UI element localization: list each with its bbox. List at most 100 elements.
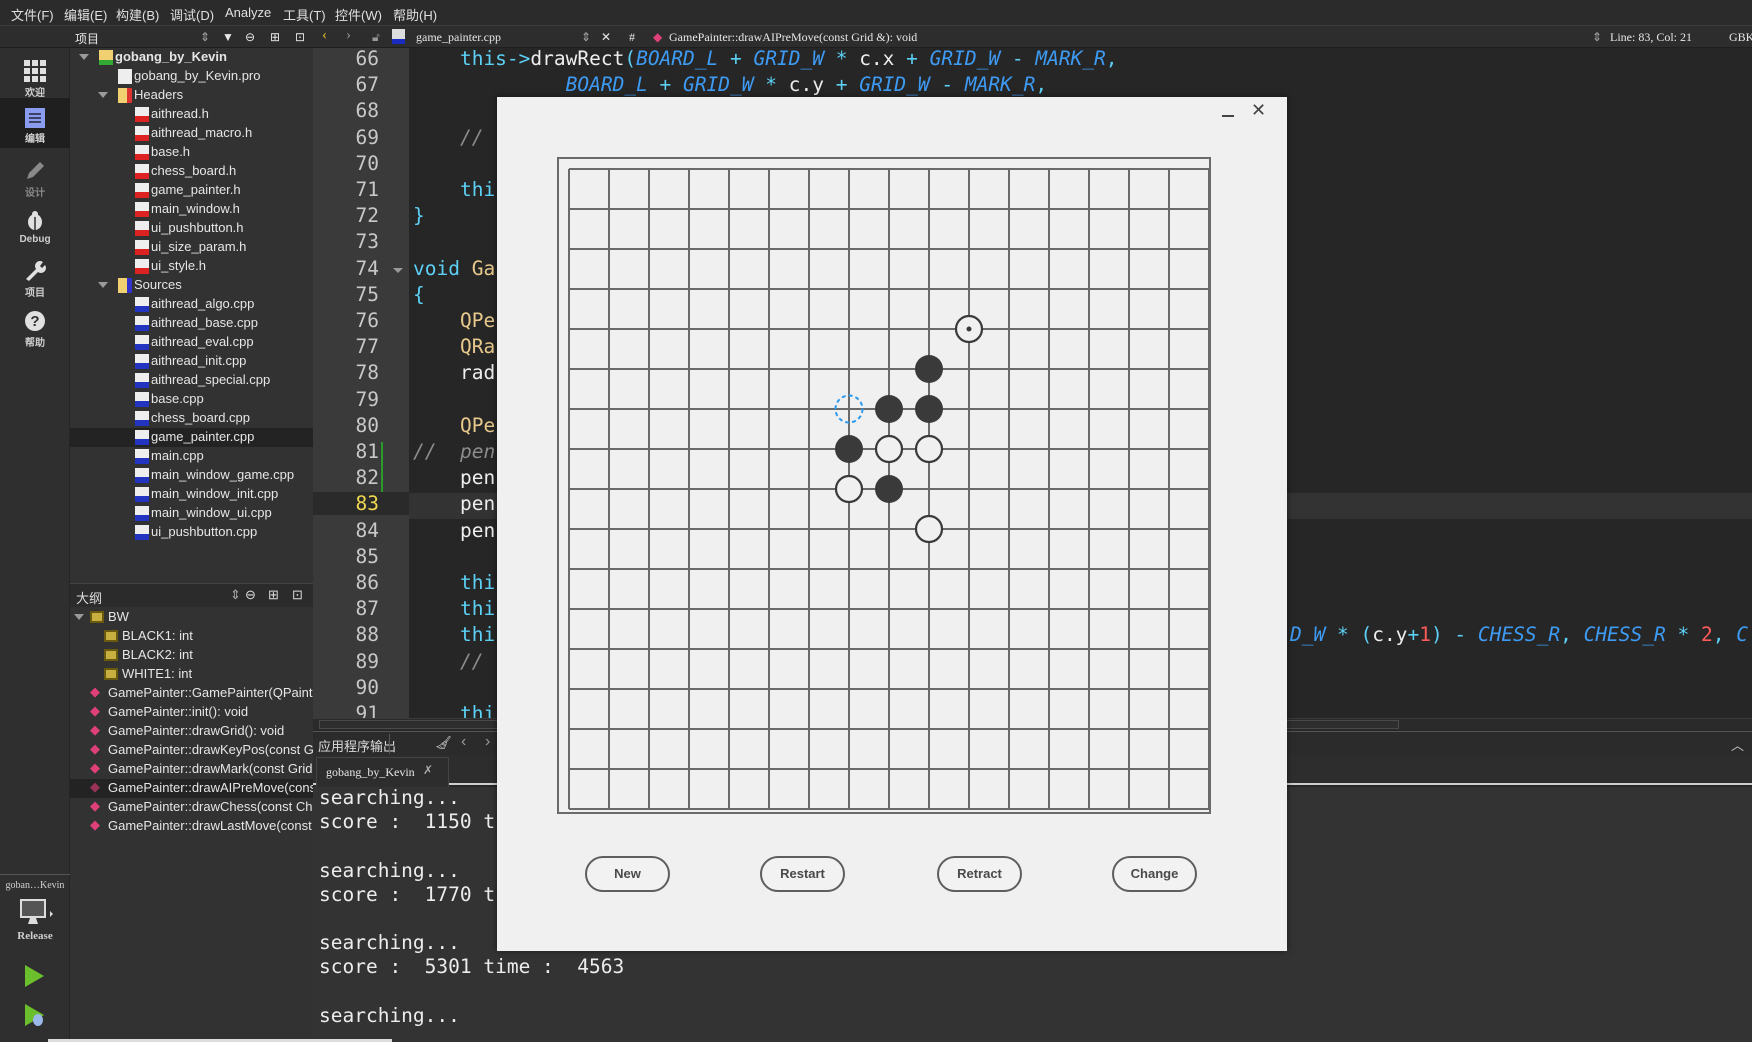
tree-item[interactable]: game_painter.h — [70, 181, 313, 200]
clear-output-icon[interactable]: 🧹︎ — [435, 735, 452, 751]
next-icon[interactable]: › — [485, 733, 490, 751]
outline-item[interactable]: ◆ GamePainter::drawAIPreMove(cons — [70, 779, 313, 798]
updown-icon[interactable]: ⇕ — [200, 30, 210, 45]
project-view-select[interactable]: 项目 — [75, 30, 99, 47]
run-icon[interactable] — [24, 964, 46, 988]
minimize-button[interactable] — [1222, 115, 1234, 117]
tree-item-label: base.cpp — [151, 391, 204, 406]
outline-item[interactable]: BLACK1: int — [70, 627, 313, 646]
tree-item[interactable]: game_painter.cpp — [70, 428, 313, 447]
menu-controls[interactable]: 控件(W) — [335, 5, 382, 24]
maximize-pane-icon[interactable]: ︿ — [1731, 735, 1744, 754]
outline-item[interactable]: BLACK2: int — [70, 646, 313, 665]
tree-item[interactable]: ui_size_param.h — [70, 238, 313, 257]
code-token: D_W — [1290, 623, 1326, 647]
new-game-button[interactable]: New — [585, 856, 670, 892]
tree-item[interactable]: gobang_by_Kevin.pro — [70, 67, 313, 86]
tree-item[interactable]: aithread_algo.cpp — [70, 295, 313, 314]
link-icon[interactable]: ⊖ — [245, 30, 255, 45]
outline-item[interactable]: ◆ GamePainter::drawGrid(): void — [70, 722, 313, 741]
close-panel-icon[interactable]: ⊡ — [292, 587, 303, 603]
menu-file[interactable]: 文件(F) — [11, 5, 54, 24]
tree-item[interactable]: base.h — [70, 143, 313, 162]
tree-item[interactable]: ui_style.h — [70, 257, 313, 276]
close-tab-icon[interactable]: ✗ — [423, 763, 433, 778]
restart-button[interactable]: Restart — [760, 856, 845, 892]
encoding-label[interactable]: GBK — [1729, 30, 1752, 45]
forward-icon[interactable]: › — [346, 27, 351, 44]
symbol-selector[interactable]: GamePainter::drawAIPreMove(const Grid &)… — [669, 30, 917, 45]
tree-item[interactable]: Headers — [70, 86, 313, 105]
menu-edit[interactable]: 编辑(E) — [64, 5, 107, 24]
menu-tools[interactable]: 工具(T) — [283, 5, 326, 24]
updown-icon[interactable]: ⇕ — [581, 30, 591, 45]
tree-item[interactable]: ui_pushbutton.h — [70, 219, 313, 238]
tree-item[interactable]: main_window.h — [70, 200, 313, 219]
tree-item-label: ui_pushbutton.cpp — [151, 524, 258, 539]
tree-item[interactable]: main_window_init.cpp — [70, 485, 313, 504]
outline-item-label: GamePainter::drawGrid(): void — [108, 723, 285, 738]
expand-arrow-icon[interactable] — [98, 92, 108, 98]
tree-item[interactable]: chess_board.cpp — [70, 409, 313, 428]
close-panel-icon[interactable]: ⊡ — [295, 30, 305, 45]
retract-button[interactable]: Retract — [937, 856, 1022, 892]
split-icon[interactable]: ⊞ — [270, 30, 280, 45]
filter-icon[interactable]: ▼ — [222, 30, 234, 45]
tree-item[interactable]: aithread_eval.cpp — [70, 333, 313, 352]
mode-projects[interactable]: 项目 — [0, 256, 70, 302]
outline-item[interactable]: BW — [70, 608, 313, 627]
menu-build[interactable]: 构建(B) — [116, 5, 159, 24]
outline-item[interactable]: ◆ GamePainter::drawKeyPos(const G — [70, 741, 313, 760]
open-file-name[interactable]: game_painter.cpp — [416, 30, 501, 45]
outline-item[interactable]: ◆ GamePainter::GamePainter(QPaintD — [70, 684, 313, 703]
menu-analyze[interactable]: Analyze — [225, 5, 271, 20]
tree-item[interactable]: aithread_base.cpp — [70, 314, 313, 333]
outline-item[interactable]: ◆ GamePainter::drawLastMove(const — [70, 817, 313, 836]
updown-icon[interactable]: ⇕ — [230, 587, 241, 603]
mode-help[interactable]: ? 帮助 — [0, 306, 70, 352]
change-button[interactable]: Change — [1112, 856, 1197, 892]
tree-item[interactable]: main_window_game.cpp — [70, 466, 313, 485]
tree-item[interactable]: ui_pushbutton.cpp — [70, 523, 313, 542]
outline-item[interactable]: ◆ GamePainter::drawMark(const Grid — [70, 760, 313, 779]
expand-arrow-icon[interactable] — [98, 282, 108, 288]
fold-arrow-icon[interactable] — [393, 267, 403, 273]
split-icon[interactable]: ⊞ — [268, 587, 279, 603]
mode-edit[interactable]: 编辑 — [0, 98, 70, 148]
outline-item[interactable]: ◆ GamePainter::init(): void — [70, 703, 313, 722]
build-config-label[interactable]: Release — [0, 930, 70, 942]
tree-item[interactable]: main.cpp — [70, 447, 313, 466]
menu-debug[interactable]: 调试(D) — [170, 5, 214, 24]
outline-item[interactable]: ◆ GamePainter::drawChess(const Che — [70, 798, 313, 817]
cpp-file-icon — [135, 316, 149, 331]
expand-arrow-icon[interactable] — [79, 54, 89, 60]
tree-item[interactable]: aithread_macro.h — [70, 124, 313, 143]
tree-item[interactable]: base.cpp — [70, 390, 313, 409]
kit-selector[interactable] — [20, 899, 54, 932]
tree-item[interactable]: Sources — [70, 276, 313, 295]
expand-arrow-icon[interactable] — [74, 614, 84, 620]
close-button[interactable]: ✕ — [1251, 100, 1266, 121]
mode-design[interactable]: 设计 — [0, 156, 70, 202]
game-board[interactable] — [557, 157, 1227, 827]
tree-item[interactable]: gobang_by_Kevin — [70, 48, 313, 67]
tree-item[interactable]: main_window_ui.cpp — [70, 504, 313, 523]
tree-item[interactable]: aithread.h — [70, 105, 313, 124]
tree-item[interactable]: aithread_special.cpp — [70, 371, 313, 390]
outline-item-label: GamePainter::drawAIPreMove(cons — [108, 780, 313, 795]
tree-item-label: ui_pushbutton.h — [151, 220, 244, 235]
cursor-position[interactable]: Line: 83, Col: 21 — [1610, 30, 1692, 45]
output-tab[interactable]: gobang_by_Kevin ✗ — [316, 757, 449, 787]
prev-icon[interactable]: ‹ — [461, 733, 466, 751]
tree-item[interactable]: chess_board.h — [70, 162, 313, 181]
outline-item[interactable]: WHITE1: int — [70, 665, 313, 684]
debug-run-icon[interactable] — [24, 1003, 46, 1027]
mode-debug[interactable]: Debug — [0, 206, 70, 252]
tree-item-label: chess_board.cpp — [151, 410, 251, 425]
close-file-icon[interactable]: ✕ — [601, 30, 611, 45]
menu-help[interactable]: 帮助(H) — [393, 5, 437, 24]
back-icon[interactable]: ‹ — [322, 27, 327, 44]
tree-item[interactable]: aithread_init.cpp — [70, 352, 313, 371]
link-icon[interactable]: ⊖ — [245, 587, 256, 603]
updown-icon[interactable]: ⇕ — [1592, 30, 1602, 45]
